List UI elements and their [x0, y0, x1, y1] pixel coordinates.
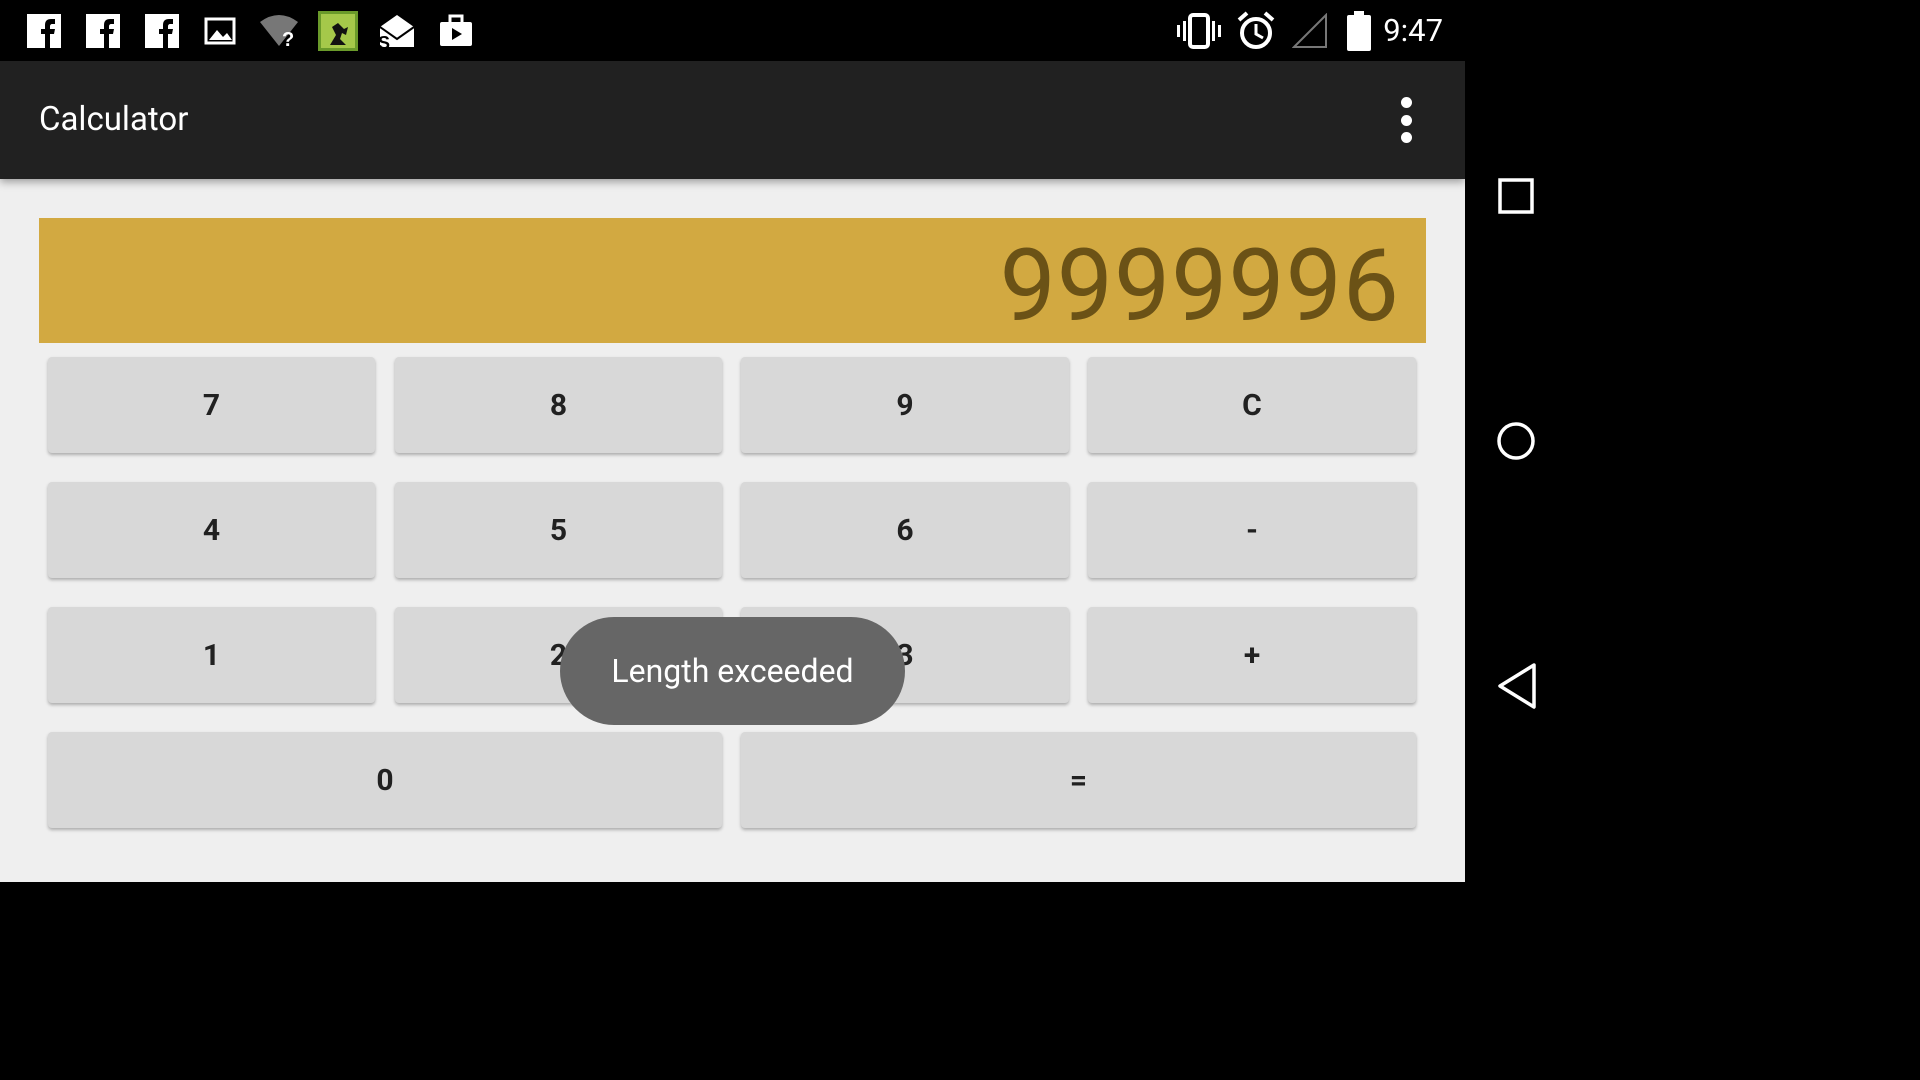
- facebook-icon: [27, 10, 61, 52]
- key-0[interactable]: 0: [48, 732, 722, 828]
- overflow-dot: [1400, 114, 1412, 126]
- key-6[interactable]: 6: [741, 482, 1069, 578]
- key-1[interactable]: 1: [48, 607, 375, 703]
- key-4[interactable]: 4: [48, 482, 375, 578]
- overflow-dot: [1400, 132, 1412, 143]
- app-bar: Calculator: [0, 61, 1465, 179]
- app-title: Calculator: [39, 100, 189, 139]
- status-bar: ? S 9:47: [0, 0, 1465, 61]
- key-clear[interactable]: C: [1088, 357, 1416, 453]
- key-5[interactable]: 5: [395, 482, 722, 578]
- facebook-icon: [86, 10, 120, 52]
- alarm-icon: [1236, 10, 1276, 52]
- briefcase-upload-icon: [438, 10, 474, 52]
- toast-message: Length exceeded: [560, 617, 905, 725]
- wifi-question-icon: ?: [258, 10, 300, 52]
- key-equals[interactable]: =: [741, 732, 1416, 828]
- game-app-icon: [318, 10, 358, 52]
- key-8[interactable]: 8: [395, 357, 722, 453]
- navigation-bar: [1465, 0, 1568, 882]
- more-vert-icon[interactable]: [1395, 97, 1417, 143]
- key-9[interactable]: 9: [741, 357, 1069, 453]
- battery-full-icon: [1346, 10, 1372, 52]
- facebook-icon: [145, 10, 179, 52]
- vibrate-icon: [1176, 10, 1222, 52]
- key-minus[interactable]: -: [1088, 482, 1416, 578]
- overflow-dot: [1400, 97, 1412, 108]
- svg-text:S: S: [378, 33, 390, 51]
- back-icon[interactable]: [1496, 662, 1538, 710]
- mail-app-icon: S: [376, 10, 418, 52]
- calculator-body: 9999996 7 8 9 C 4 5 6 - 1 2 3 + 0 =: [0, 179, 1465, 882]
- svg-text:?: ?: [282, 29, 294, 50]
- result-display: 9999996: [39, 218, 1426, 343]
- status-time: 9:47: [1383, 12, 1443, 49]
- key-7[interactable]: 7: [48, 357, 375, 453]
- key-plus[interactable]: +: [1088, 607, 1416, 703]
- display-value: 9999996: [999, 228, 1400, 345]
- no-signal-icon: [1292, 10, 1328, 52]
- home-icon[interactable]: [1496, 421, 1536, 461]
- recents-icon[interactable]: [1498, 178, 1534, 214]
- image-icon: [203, 10, 237, 52]
